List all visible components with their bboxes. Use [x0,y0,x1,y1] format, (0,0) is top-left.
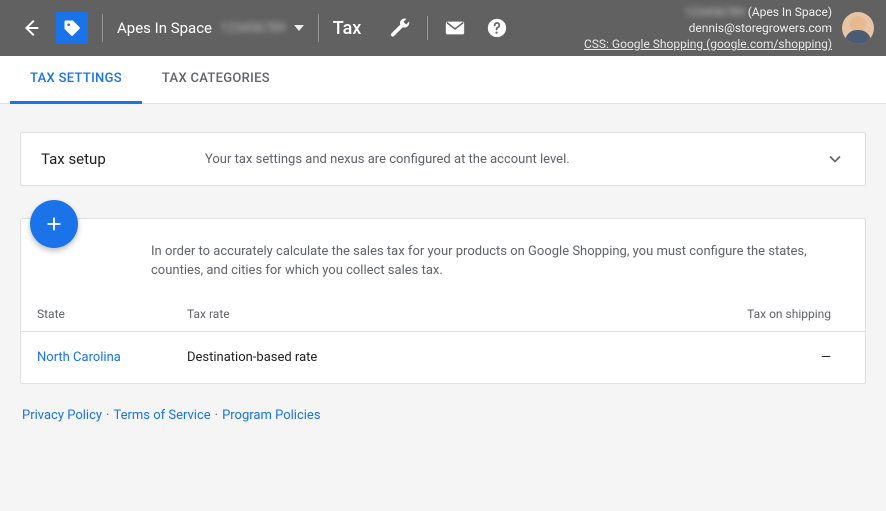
section-title: Tax [333,18,362,39]
panel-title: Tax setup [41,150,181,168]
col-state: State [21,297,171,332]
chevron-down-icon [294,23,304,33]
tab-bar: TAX SETTINGS TAX CATEGORIES [0,56,886,104]
cell-shipping: — [551,331,865,383]
tax-setup-panel[interactable]: Tax setup Your tax settings and nexus ar… [20,132,866,186]
tab-tax-categories[interactable]: TAX CATEGORIES [142,56,290,104]
info-css-link[interactable]: CSS: Google Shopping (google.com/shoppin… [584,36,832,52]
separator [427,16,428,40]
help-icon[interactable] [476,7,518,49]
col-shipping: Tax on shipping [551,297,865,332]
account-name: Apes In Space [117,19,212,37]
state-link[interactable]: North Carolina [37,350,121,365]
col-rate: Tax rate [171,297,551,332]
mail-icon[interactable] [434,7,476,49]
footer-links: Privacy Policy·Terms of Service·Program … [20,384,866,423]
privacy-link[interactable]: Privacy Policy [22,408,102,423]
add-fab[interactable] [30,200,78,248]
account-selector[interactable]: Apes In Space 123456789 [117,19,304,37]
terms-link[interactable]: Terms of Service [113,408,210,423]
separator [318,14,319,42]
tax-table: State Tax rate Tax on shipping North Car… [21,297,865,383]
account-info-box: 123456789 (Apes In Space) dennis@storegr… [584,4,832,53]
chevron-down-icon[interactable] [825,149,845,169]
cell-rate: Destination-based rate [171,331,551,383]
card-intro: In order to accurately calculate the sal… [21,239,865,297]
info-email: dennis@storegrowers.com [584,20,832,36]
app-header: Apes In Space 123456789 Tax 123456789 (A… [0,0,886,56]
account-id: 123456789 [220,21,286,36]
program-link[interactable]: Program Policies [222,408,320,423]
tax-table-card: In order to accurately calculate the sal… [20,218,866,384]
avatar[interactable] [842,12,874,44]
separator [102,14,103,42]
info-id: 123456789 [684,5,745,19]
back-icon[interactable] [12,9,50,47]
panel-desc: Your tax settings and nexus are configur… [205,152,570,167]
shopping-tag-logo[interactable] [56,12,88,44]
info-name: (Apes In Space) [748,5,832,19]
wrench-icon[interactable] [379,7,421,49]
table-row[interactable]: North Carolina Destination-based rate — [21,331,865,383]
tab-tax-settings[interactable]: TAX SETTINGS [10,56,142,104]
